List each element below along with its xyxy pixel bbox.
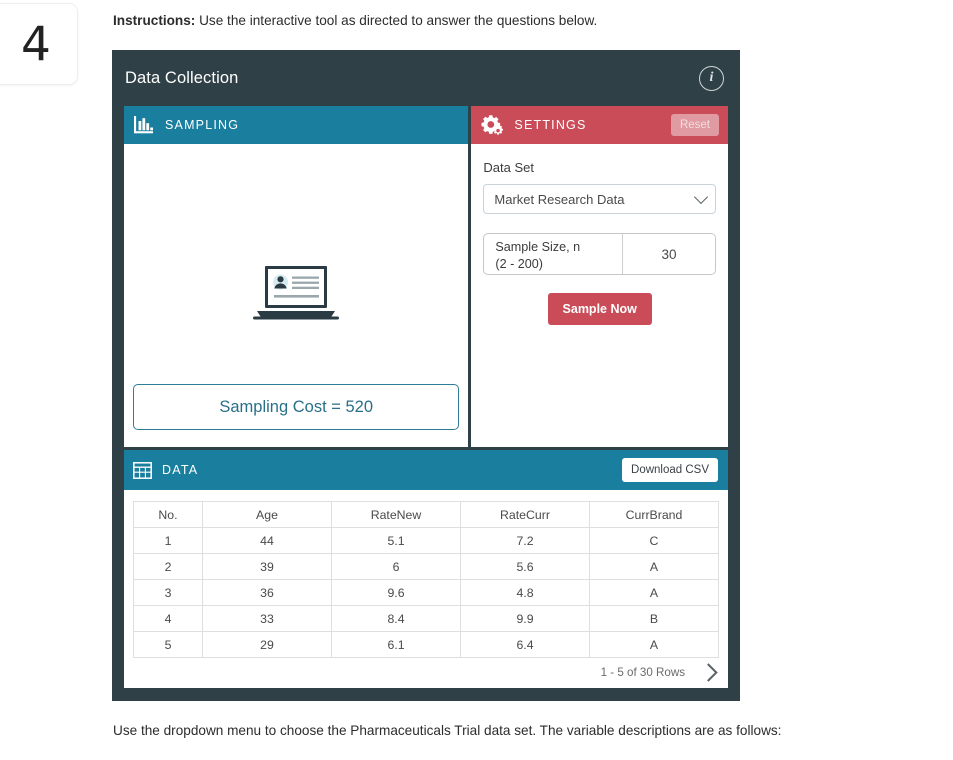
cell-no: 4 (133, 605, 203, 632)
cell-ratecurr: 5.6 (460, 553, 590, 580)
cell-currbrand: A (589, 579, 719, 606)
cell-currbrand: A (589, 631, 719, 658)
settings-panel-title: SETTINGS (514, 118, 587, 132)
settings-body: Data Set Market Research Data Sample Siz… (471, 144, 728, 447)
cell-age: 33 (202, 605, 332, 632)
cell-age: 36 (202, 579, 332, 606)
table-header-row: No. Age RateNew RateCurr CurrBrand (133, 501, 719, 528)
sample-now-button[interactable]: Sample Now (547, 293, 652, 325)
table-pagination: 1 - 5 of 30 Rows (124, 658, 728, 688)
settings-panel: SETTINGS Reset Data Set Market Research … (471, 106, 728, 447)
question-number: 4 (21, 16, 51, 72)
cell-ratenew: 9.6 (331, 579, 461, 606)
sample-size-label-line2: (2 - 200) (495, 256, 544, 271)
cell-ratenew: 6 (331, 553, 461, 580)
table-row: 5 29 6.1 6.4 A (133, 631, 719, 658)
column-header-age: Age (202, 501, 332, 528)
sampling-cost-box: Sampling Cost = 520 (133, 384, 460, 430)
cell-ratecurr: 7.2 (460, 527, 590, 554)
cell-ratecurr: 6.4 (460, 631, 590, 658)
cell-no: 1 (133, 527, 203, 554)
sampling-body: Sampling Cost = 520 (124, 144, 468, 447)
sample-size-group: Sample Size, n (2 - 200) (483, 233, 716, 275)
table-row: 2 39 6 5.6 A (133, 553, 719, 580)
chevron-right-icon[interactable] (699, 663, 718, 682)
column-header-ratecurr: RateCurr (460, 501, 590, 528)
trailing-paragraph: Use the dropdown menu to choose the Phar… (113, 723, 782, 738)
sampling-panel: SAMPLING Sampling Cost = 520 (124, 106, 469, 447)
grid-icon (133, 461, 152, 479)
column-header-ratenew: RateNew (331, 501, 461, 528)
cell-no: 5 (133, 631, 203, 658)
cell-ratenew: 8.4 (331, 605, 461, 632)
question-number-box: 4 (0, 3, 78, 85)
data-table: No. Age RateNew RateCurr CurrBrand 1 44 … (133, 501, 719, 658)
cell-no: 3 (133, 579, 203, 606)
reset-button[interactable]: Reset (670, 114, 719, 136)
instructions-label: Instructions: (113, 13, 196, 28)
panel-row: SAMPLING Sampling Cost = 520 SETTINGS Re… (112, 106, 740, 447)
sample-size-input[interactable] (623, 234, 715, 274)
table-row: 3 36 9.6 4.8 A (133, 579, 719, 606)
settings-panel-header: SETTINGS Reset (471, 106, 728, 144)
table-row: 4 33 8.4 9.9 B (133, 605, 719, 632)
page-title: Data Collection (125, 68, 239, 87)
sample-size-label: Sample Size, n (2 - 200) (484, 234, 623, 274)
cell-currbrand: B (589, 605, 719, 632)
sampling-cost-text: Sampling Cost = 520 (219, 397, 374, 416)
data-panel-header: DATA Download CSV (124, 450, 728, 490)
gears-icon (480, 114, 504, 136)
cell-ratenew: 6.1 (331, 631, 461, 658)
data-table-wrap: No. Age RateNew RateCurr CurrBrand 1 44 … (124, 490, 728, 658)
bar-chart-icon (133, 115, 155, 135)
column-header-no: No. (133, 501, 203, 528)
sample-size-label-line1: Sample Size, n (495, 239, 581, 254)
cell-no: 2 (133, 553, 203, 580)
cell-ratecurr: 4.8 (460, 579, 590, 606)
chevron-down-icon (693, 189, 709, 205)
download-csv-button[interactable]: Download CSV (622, 458, 718, 482)
cell-age: 29 (202, 631, 332, 658)
sampling-panel-header: SAMPLING (124, 106, 469, 144)
cell-age: 44 (202, 527, 332, 554)
sampling-panel-title: SAMPLING (165, 118, 240, 132)
instructions-line: Instructions: Use the interactive tool a… (113, 13, 597, 28)
data-panel-title: DATA (162, 463, 199, 477)
info-icon[interactable]: i (699, 65, 724, 91)
dataset-label: Data Set (483, 160, 534, 175)
pagination-text: 1 - 5 of 30 Rows (600, 666, 685, 679)
dataset-select[interactable]: Market Research Data (483, 184, 716, 214)
instructions-text: Use the interactive tool as directed to … (195, 13, 598, 28)
data-panel: DATA Download CSV No. Age RateNew RateCu… (124, 450, 728, 688)
cell-currbrand: A (589, 553, 719, 580)
cell-ratenew: 5.1 (331, 527, 461, 554)
table-row: 1 44 5.1 7.2 C (133, 527, 719, 554)
widget-titlebar: Data Collection i (112, 50, 740, 106)
cell-ratecurr: 9.9 (460, 605, 590, 632)
data-collection-widget: Data Collection i SAMPLING Sampling Cost… (112, 50, 740, 701)
laptop-profile-card-illustration (253, 264, 340, 327)
cell-age: 39 (202, 553, 332, 580)
dataset-selected-value: Market Research Data (494, 191, 625, 207)
column-header-currbrand: CurrBrand (589, 501, 719, 528)
widget-footer-spacer (112, 688, 740, 701)
cell-currbrand: C (589, 527, 719, 554)
